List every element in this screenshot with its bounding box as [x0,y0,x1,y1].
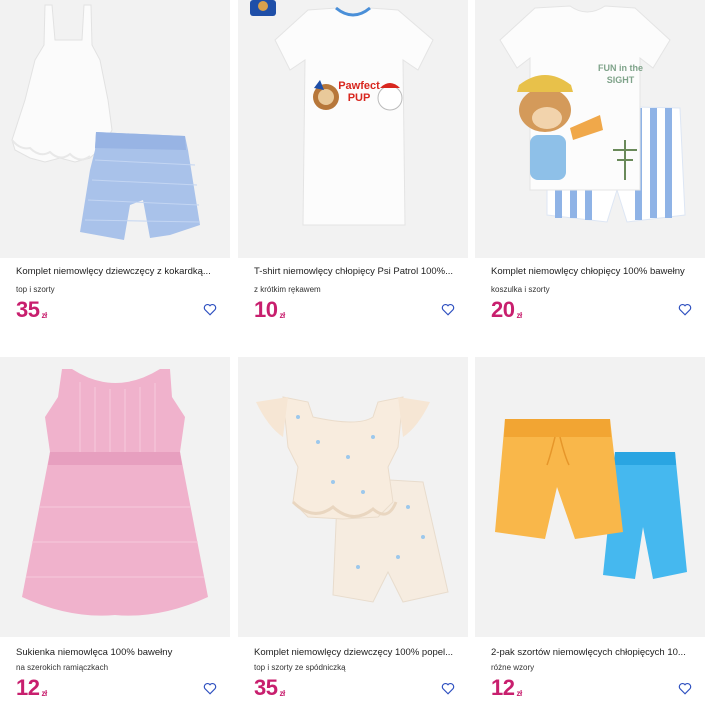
product-subtitle: top i szorty ze spódniczką [254,663,346,672]
price-currency: zł [41,311,47,320]
price-value: 35 [254,675,278,700]
price-value: 12 [16,675,40,700]
favorite-heart-icon[interactable] [441,682,455,695]
product-price: 35 zł [16,299,47,326]
product-grid: Komplet niemowlęcy dziewczęcy z kokardką… [0,0,705,723]
favorite-heart-icon[interactable] [678,682,692,695]
product-card[interactable]: Pawfect PUP T-shirt niemowlęcy chłopięcy… [238,0,468,330]
price-value: 12 [491,675,515,700]
price-value: 35 [16,297,40,322]
product-title[interactable]: Komplet niemowlęcy chłopięcy 100% bawełn… [491,266,703,277]
product-price: 12 zł [16,677,47,704]
product-price: 35 zł [254,677,285,704]
product-card[interactable]: 2-pak szortów niemowlęcych chłopięcych 1… [475,357,705,723]
price-currency: zł [279,311,285,320]
product-subtitle: różne wzory [491,663,535,672]
print-text: Pawfect PUP [338,80,380,104]
favorite-heart-icon[interactable] [203,682,217,695]
product-image[interactable] [475,357,705,637]
product-image[interactable] [0,0,230,258]
product-card[interactable]: Sukienka niemowlęca 100% bawełny na szer… [0,357,230,723]
product-title[interactable]: Komplet niemowlęcy dziewczęcy z kokardką… [16,266,228,277]
favorite-heart-icon[interactable] [203,303,217,316]
product-title[interactable]: Sukienka niemowlęca 100% bawełny [16,647,228,658]
product-subtitle: koszulka i szorty [491,285,550,294]
product-card[interactable]: Komplet niemowlęcy dziewczęcy 100% popel… [238,357,468,723]
product-image[interactable] [0,357,230,637]
favorite-heart-icon[interactable] [441,303,455,316]
price-currency: zł [516,689,522,698]
product-card[interactable]: FUN in the SIGHT Komplet niemowlęcy chło… [475,0,705,330]
product-subtitle: top i szorty [16,285,55,294]
product-image[interactable] [238,357,468,637]
product-title[interactable]: Komplet niemowlęcy dziewczęcy 100% popel… [254,647,466,658]
product-price: 20 zł [491,299,522,326]
product-subtitle: z krótkim rękawem [254,285,321,294]
product-price: 12 zł [491,677,522,704]
price-currency: zł [516,311,522,320]
product-title[interactable]: 2-pak szortów niemowlęcych chłopięcych 1… [491,647,703,658]
price-currency: zł [279,689,285,698]
product-subtitle: na szerokich ramiączkach [16,663,109,672]
favorite-heart-icon[interactable] [678,303,692,316]
price-currency: zł [41,689,47,698]
product-image[interactable]: Pawfect PUP [238,0,468,258]
product-card[interactable]: Komplet niemowlęcy dziewczęcy z kokardką… [0,0,230,330]
price-value: 10 [254,297,278,322]
product-title[interactable]: T-shirt niemowlęcy chłopięcy Psi Patrol … [254,266,466,277]
print-text: FUN in the SIGHT [598,63,643,85]
product-image[interactable]: FUN in the SIGHT [475,0,705,258]
price-value: 20 [491,297,515,322]
product-price: 10 zł [254,299,285,326]
